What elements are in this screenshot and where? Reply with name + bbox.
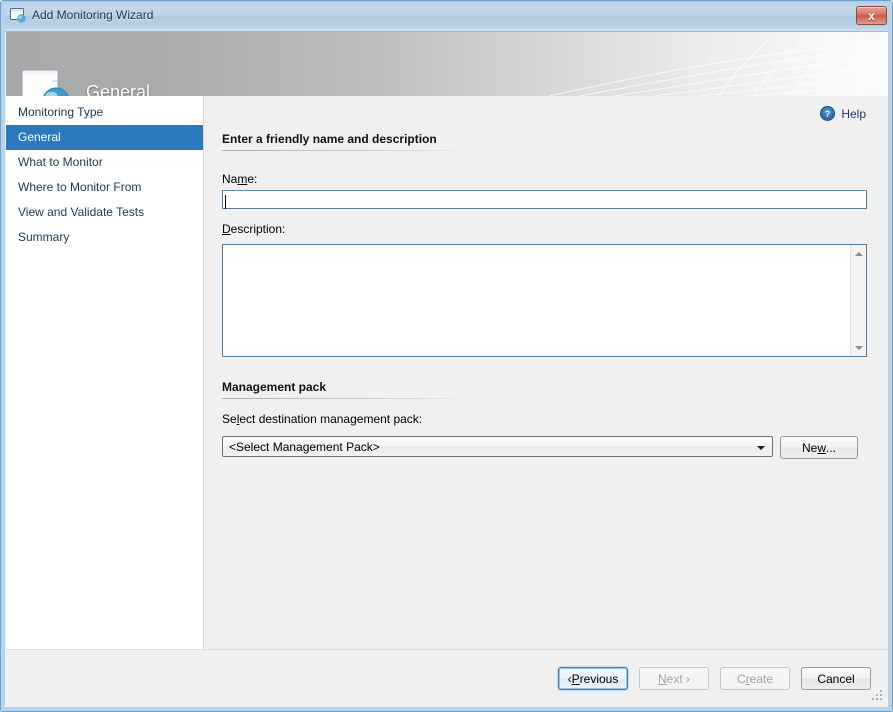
wizard-window: Add Monitoring Wizard x General Monitori… — [0, 0, 893, 712]
create-label-post: eate — [749, 671, 774, 686]
text-caret — [225, 195, 226, 209]
name-label: Name: — [222, 172, 257, 186]
description-label: Description: — [222, 222, 285, 236]
wizard-step-nav: Monitoring Type General What to Monitor … — [6, 96, 204, 649]
sidebar-item-label: View and Validate Tests — [18, 205, 145, 219]
name-label-pre: Na — [222, 172, 238, 186]
name-label-accelerator: m — [237, 172, 248, 186]
svg-text:?: ? — [825, 109, 831, 119]
previous-label-accelerator: P — [571, 671, 580, 686]
title-bar[interactable]: Add Monitoring Wizard x — [1, 1, 892, 32]
section-divider-management-pack — [222, 398, 453, 399]
sidebar-item-general[interactable]: General — [6, 125, 203, 150]
sidebar-item-where-to-monitor-from[interactable]: Where to Monitor From — [6, 175, 203, 200]
section-heading-general: Enter a friendly name and description — [222, 132, 437, 146]
new-label-pre: Ne — [801, 440, 818, 455]
create-label-pre: C — [736, 671, 746, 686]
description-label-accelerator: D — [222, 222, 231, 236]
close-icon: x — [868, 8, 875, 23]
section-divider-general — [222, 150, 453, 151]
sidebar-item-label: What to Monitor — [18, 155, 103, 169]
banner-mesh-graphic — [548, 39, 889, 96]
wizard-footer: ‹ Previous Next › Cr eate Cancel — [6, 649, 889, 705]
sidebar-item-label: Where to Monitor From — [18, 180, 142, 194]
chevron-down-icon — [757, 446, 765, 450]
management-pack-selected-value: <Select Management Pack> — [229, 439, 380, 454]
sidebar-item-view-and-validate-tests[interactable]: View and Validate Tests — [6, 200, 203, 225]
new-management-pack-button[interactable]: Ne w... — [780, 436, 858, 459]
sidebar-item-what-to-monitor[interactable]: What to Monitor — [6, 150, 203, 175]
sidebar-item-label: General — [18, 130, 61, 144]
wizard-content-pane: ? Help Enter a friendly name and descrip… — [205, 96, 889, 649]
management-pack-combobox[interactable]: <Select Management Pack> — [222, 436, 773, 457]
close-button[interactable]: x — [856, 6, 887, 25]
cancel-label: Cancel — [817, 671, 855, 686]
select-mp-label-post: ect destination management pack: — [239, 412, 423, 426]
sidebar-item-monitoring-type[interactable]: Monitoring Type — [6, 100, 203, 125]
window-sphere-icon — [10, 8, 27, 24]
create-button[interactable]: Cr eate — [720, 667, 790, 690]
sidebar-item-summary[interactable]: Summary — [6, 225, 203, 250]
name-label-post: e: — [247, 172, 258, 186]
select-mp-label: Select destination management pack: — [222, 412, 422, 426]
scroll-up-icon[interactable] — [851, 245, 867, 262]
description-textarea-wrapper[interactable] — [222, 244, 867, 357]
next-label-accelerator: N — [657, 671, 667, 686]
name-input[interactable] — [222, 190, 867, 209]
resize-grip-icon[interactable] — [871, 688, 884, 701]
section-heading-management-pack: Management pack — [222, 380, 327, 394]
help-label: Help — [841, 106, 866, 121]
previous-button[interactable]: ‹ Previous — [558, 667, 628, 690]
select-mp-label-pre: Se — [222, 412, 237, 426]
help-link[interactable]: ? Help — [820, 106, 866, 121]
new-label-accelerator: w — [817, 440, 826, 455]
window-title: Add Monitoring Wizard — [32, 8, 154, 22]
next-label-post: ext › — [666, 671, 690, 686]
window-sphere-icon — [21, 68, 73, 96]
cancel-button[interactable]: Cancel — [801, 667, 871, 690]
wizard-banner: General — [6, 32, 889, 96]
sidebar-item-label: Monitoring Type — [18, 105, 104, 119]
description-label-post: escription: — [230, 222, 286, 236]
description-scrollbar[interactable] — [850, 245, 866, 356]
page-title: General — [86, 82, 151, 96]
help-question-icon: ? — [820, 106, 836, 121]
next-button[interactable]: Next › — [639, 667, 709, 690]
new-label-post: ... — [826, 440, 837, 455]
previous-label-post: revious — [579, 671, 619, 686]
scroll-down-icon[interactable] — [851, 339, 867, 356]
sidebar-item-label: Summary — [18, 230, 70, 244]
